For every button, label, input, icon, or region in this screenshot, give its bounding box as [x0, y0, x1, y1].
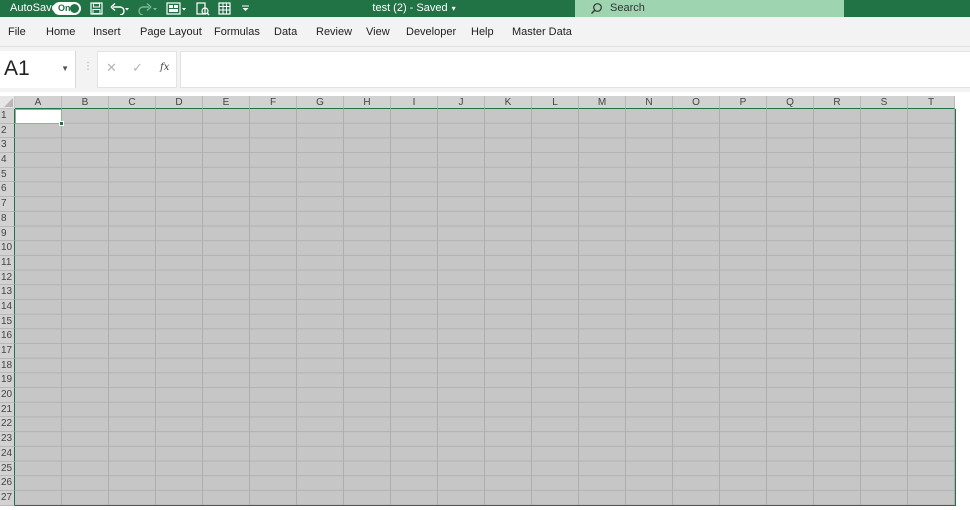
row-header[interactable]: 16: [0, 329, 15, 344]
column-header[interactable]: F: [250, 96, 297, 109]
tab-insert[interactable]: Insert: [93, 17, 121, 47]
row-header[interactable]: 15: [0, 314, 15, 330]
row-header[interactable]: 27: [0, 490, 15, 506]
row-header[interactable]: 9: [0, 226, 15, 242]
row-header[interactable]: 14: [0, 299, 15, 315]
document-title-text: test (2) - Saved: [372, 2, 448, 14]
tab-data[interactable]: Data: [274, 17, 297, 47]
column-header[interactable]: P: [720, 96, 767, 109]
chevron-down-icon[interactable]: ▼: [61, 64, 69, 73]
select-all-triangle-icon: [4, 98, 13, 107]
column-header[interactable]: N: [626, 96, 673, 109]
tab-formulas[interactable]: Formulas: [214, 17, 260, 47]
enter-icon[interactable]: ✓: [132, 60, 143, 76]
row-header[interactable]: 21: [0, 402, 15, 418]
chevron-down-icon: ▾: [451, 4, 456, 13]
row-header[interactable]: 8: [0, 211, 15, 227]
search-icon: [591, 3, 602, 14]
worksheet-grid: A B C D E F G H I J K L M N O P Q R S T …: [0, 96, 970, 510]
column-header[interactable]: J: [438, 96, 485, 109]
row-header[interactable]: 4: [0, 153, 15, 168]
row-header[interactable]: 18: [0, 358, 15, 374]
select-all-button[interactable]: [0, 96, 15, 109]
fill-handle[interactable]: [59, 121, 64, 126]
tab-view[interactable]: View: [366, 17, 390, 47]
row-header[interactable]: 17: [0, 344, 15, 359]
row-header[interactable]: 26: [0, 476, 15, 491]
row-header[interactable]: 12: [0, 270, 15, 286]
search-placeholder: Search: [610, 2, 645, 14]
tab-home[interactable]: Home: [46, 17, 75, 47]
row-header[interactable]: 7: [0, 197, 15, 212]
row-header[interactable]: 11: [0, 255, 15, 271]
row-header[interactable]: 25: [0, 461, 15, 477]
column-headers: A B C D E F G H I J K L M N O P Q R S T: [15, 96, 955, 109]
column-header[interactable]: L: [532, 96, 579, 109]
search-box[interactable]: Search: [575, 0, 844, 17]
insert-function-icon[interactable]: fx: [160, 62, 169, 73]
column-header[interactable]: Q: [767, 96, 814, 109]
title-bar: AutoSave On test (2) - Saved ▾ Search: [0, 0, 970, 17]
column-header[interactable]: G: [297, 96, 344, 109]
column-header[interactable]: I: [391, 96, 438, 109]
ribbon-tabs: File Home Insert Page Layout Formulas Da…: [0, 17, 970, 47]
row-header[interactable]: 22: [0, 417, 15, 433]
row-header[interactable]: 6: [0, 182, 15, 198]
tab-master-data[interactable]: Master Data: [512, 17, 572, 47]
column-header[interactable]: E: [203, 96, 250, 109]
column-header[interactable]: T: [908, 96, 955, 109]
row-header[interactable]: 19: [0, 373, 15, 389]
row-header[interactable]: 23: [0, 432, 15, 447]
column-header[interactable]: C: [109, 96, 156, 109]
row-header[interactable]: 24: [0, 446, 15, 462]
tab-review[interactable]: Review: [316, 17, 352, 47]
resize-handle-icon[interactable]: ⋮: [83, 62, 93, 72]
formula-bar: A1 ▼ ⋮ ✕ ✓ fx: [0, 47, 970, 92]
row-header[interactable]: 20: [0, 388, 15, 403]
column-header[interactable]: D: [156, 96, 203, 109]
column-header[interactable]: R: [814, 96, 861, 109]
name-box[interactable]: A1 ▼: [0, 51, 76, 88]
row-header[interactable]: 13: [0, 285, 15, 300]
formula-input[interactable]: [180, 51, 970, 88]
active-cell[interactable]: [15, 109, 64, 126]
column-header[interactable]: B: [62, 96, 109, 109]
tab-file[interactable]: File: [8, 17, 26, 47]
cell-range-selection[interactable]: [15, 109, 956, 506]
row-header[interactable]: 10: [0, 241, 15, 256]
row-header[interactable]: 1: [0, 109, 15, 124]
column-header[interactable]: A: [15, 96, 62, 109]
tab-page-layout[interactable]: Page Layout: [140, 17, 202, 47]
row-header[interactable]: 2: [0, 123, 15, 139]
name-box-value: A1: [4, 57, 30, 80]
row-header[interactable]: 5: [0, 167, 15, 183]
formula-buttons: ✕ ✓ fx: [97, 51, 177, 88]
column-header[interactable]: S: [861, 96, 908, 109]
column-header[interactable]: M: [579, 96, 626, 109]
cancel-icon[interactable]: ✕: [106, 60, 117, 76]
column-header[interactable]: K: [485, 96, 532, 109]
column-header[interactable]: H: [344, 96, 391, 109]
row-header[interactable]: 3: [0, 138, 15, 154]
row-headers: 1 2 3 4 5 6 7 8 9 10 11 12 13 14 15 16 1…: [0, 109, 15, 506]
tab-help[interactable]: Help: [471, 17, 494, 47]
sheet-margin: [957, 96, 970, 510]
column-header[interactable]: O: [673, 96, 720, 109]
tab-developer[interactable]: Developer: [406, 17, 456, 47]
